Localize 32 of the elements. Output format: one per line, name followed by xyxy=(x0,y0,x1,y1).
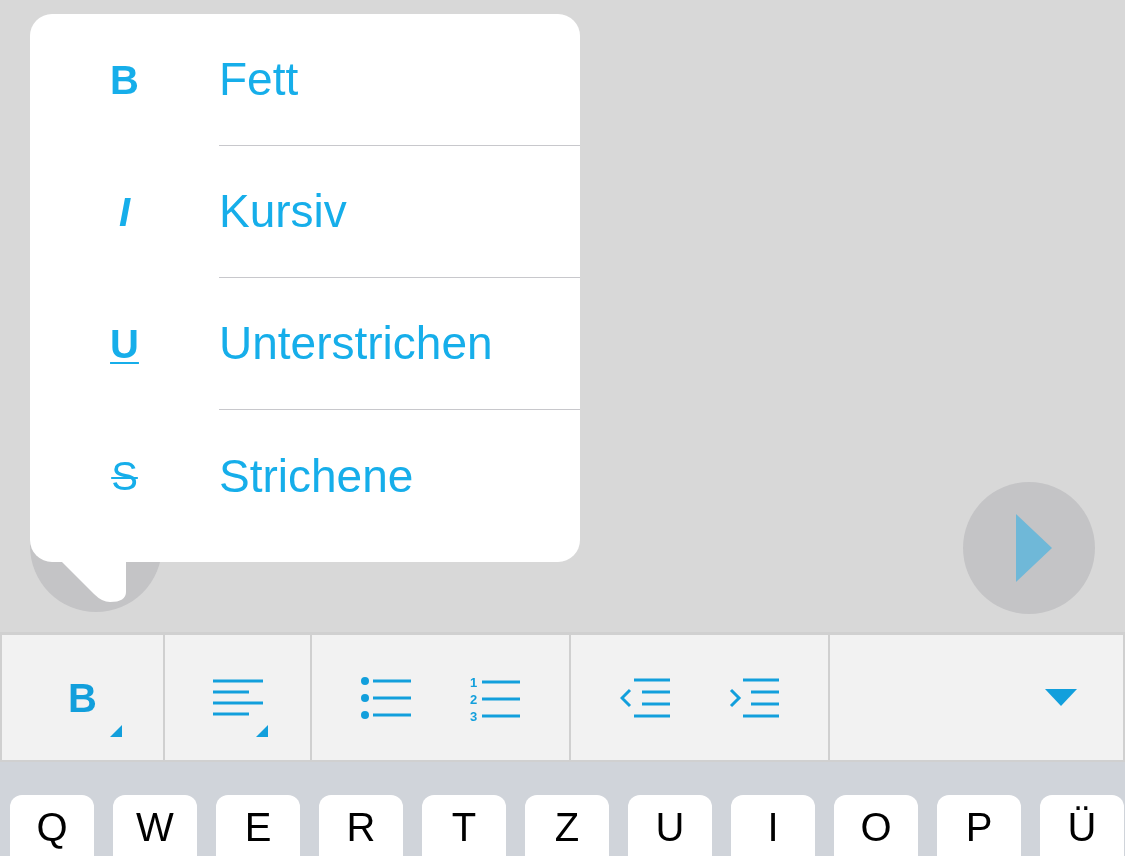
keyboard-key[interactable]: O xyxy=(834,795,918,856)
align-button[interactable] xyxy=(165,635,310,760)
collapse-button[interactable] xyxy=(1045,689,1077,706)
keyboard-key[interactable]: Ü xyxy=(1040,795,1124,856)
play-icon xyxy=(1016,514,1052,582)
menu-label: Fett xyxy=(219,52,299,107)
bullet-list-button[interactable] xyxy=(361,676,412,719)
dropdown-triangle-icon xyxy=(1045,689,1077,706)
indent-icon xyxy=(728,677,779,718)
keyboard-key[interactable]: R xyxy=(319,795,403,856)
format-icon: U xyxy=(110,324,139,364)
menu-label: Strichene xyxy=(219,448,414,504)
corner-triangle-icon xyxy=(256,725,268,737)
corner-triangle-icon xyxy=(110,725,122,737)
align-left-icon xyxy=(212,678,263,717)
keyboard-key[interactable]: P xyxy=(937,795,1021,856)
keyboard-key[interactable]: T xyxy=(422,795,506,856)
keyboard-key[interactable]: E xyxy=(216,795,300,856)
keyboard-key[interactable]: Q xyxy=(10,795,94,856)
indent-button[interactable] xyxy=(728,677,779,718)
format-icon: I xyxy=(118,192,131,232)
keyboard-key[interactable]: I xyxy=(731,795,815,856)
format-icon: S xyxy=(111,456,138,496)
format-icon: B xyxy=(110,60,139,100)
menu-label: Unterstrichen xyxy=(219,316,493,371)
keyboard-key[interactable]: W xyxy=(113,795,197,856)
menu-label: Kursiv xyxy=(219,184,347,239)
keyboard-key[interactable]: Z xyxy=(525,795,609,856)
bullet-list-icon xyxy=(361,676,412,719)
outdent-icon xyxy=(620,677,671,718)
outdent-button[interactable] xyxy=(620,677,671,718)
keyboard-key[interactable]: U xyxy=(628,795,712,856)
